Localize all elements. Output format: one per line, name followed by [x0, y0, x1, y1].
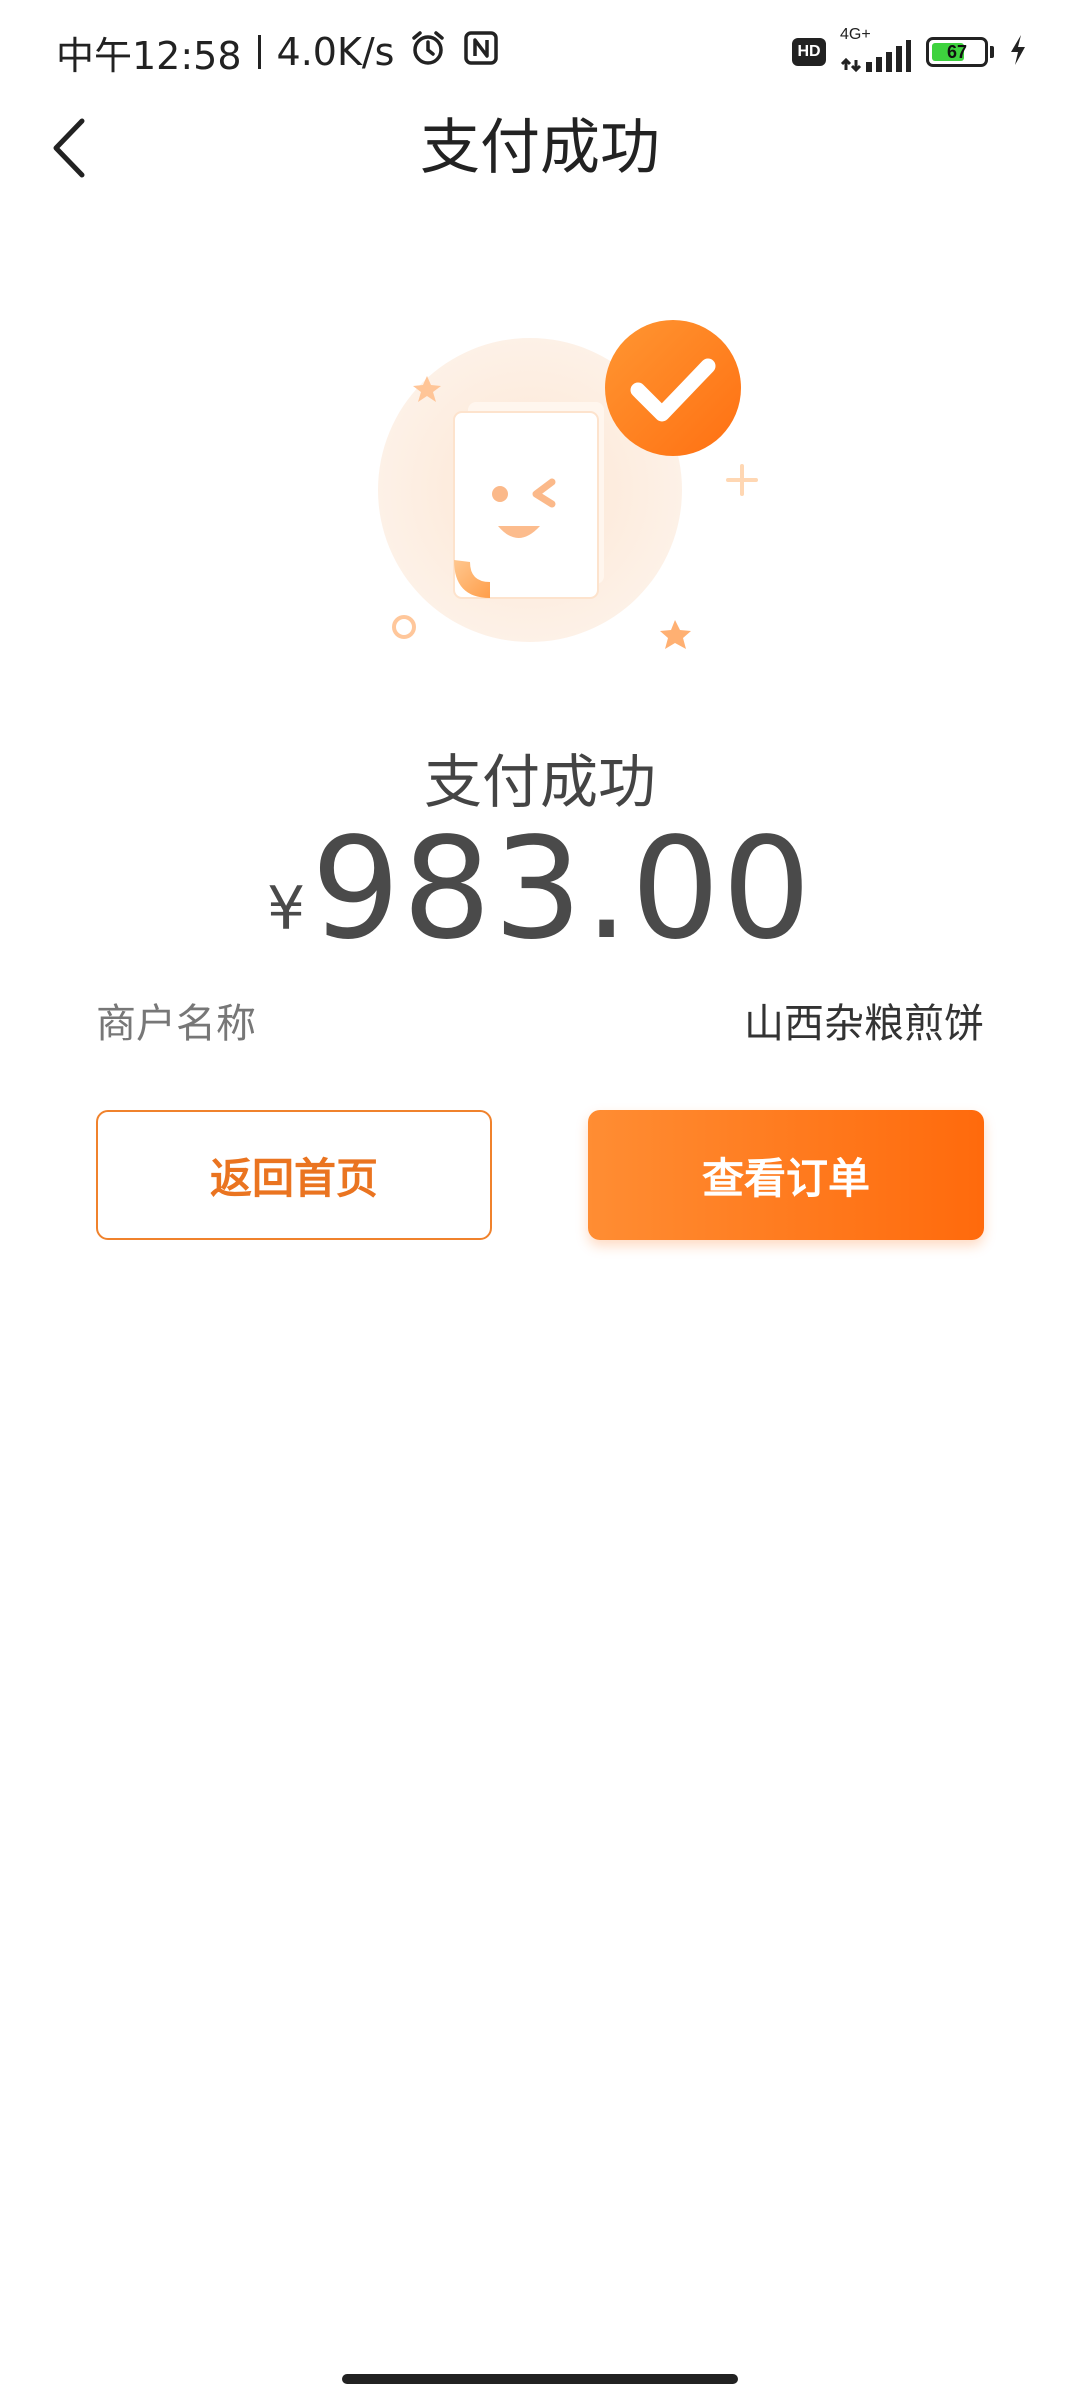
status-network-speed: 4.0K/s [276, 30, 395, 74]
payment-success-illustration [370, 300, 770, 660]
status-left: 中午12:58 4.0K/s [56, 28, 500, 78]
status-right: HD 4G+ 67 [792, 26, 1028, 76]
battery-icon: 67 [926, 37, 988, 67]
status-bar: 中午12:58 4.0K/s HD 4G+ 67 [0, 0, 1080, 105]
merchant-label: 商户名称 [96, 1001, 256, 1047]
page-title: 支付成功 [420, 113, 660, 183]
signal-icon: 4G+ [840, 26, 912, 74]
payment-success-page: 中午12:58 4.0K/s HD 4G+ 67 支付成功 支付成功 ¥983.… [0, 0, 1080, 2400]
navigation-bar: 支付成功 [0, 100, 1080, 196]
battery-cap [990, 46, 994, 58]
result-title: 支付成功 [423, 748, 656, 816]
status-time: 中午12:58 [56, 33, 242, 78]
alarm-icon [408, 28, 448, 77]
charging-icon [1008, 33, 1028, 71]
payment-amount: 983.00 [311, 808, 814, 971]
nfc-icon [462, 29, 500, 76]
back-to-home-button[interactable]: 返回首页 [96, 1110, 492, 1240]
action-buttons: 返回首页 查看订单 [96, 1110, 984, 1240]
hd-badge: HD [792, 38, 826, 66]
battery-level: 67 [946, 41, 968, 62]
merchant-name: 山西杂粮煎饼 [744, 1001, 984, 1047]
view-order-button[interactable]: 查看订单 [588, 1110, 984, 1240]
amount-row: ¥983.00 [0, 820, 1080, 960]
merchant-row: 商户名称 山西杂粮煎饼 [96, 990, 984, 1050]
status-separator [257, 35, 261, 69]
currency-symbol: ¥ [266, 874, 306, 944]
home-indicator[interactable] [342, 2374, 738, 2384]
